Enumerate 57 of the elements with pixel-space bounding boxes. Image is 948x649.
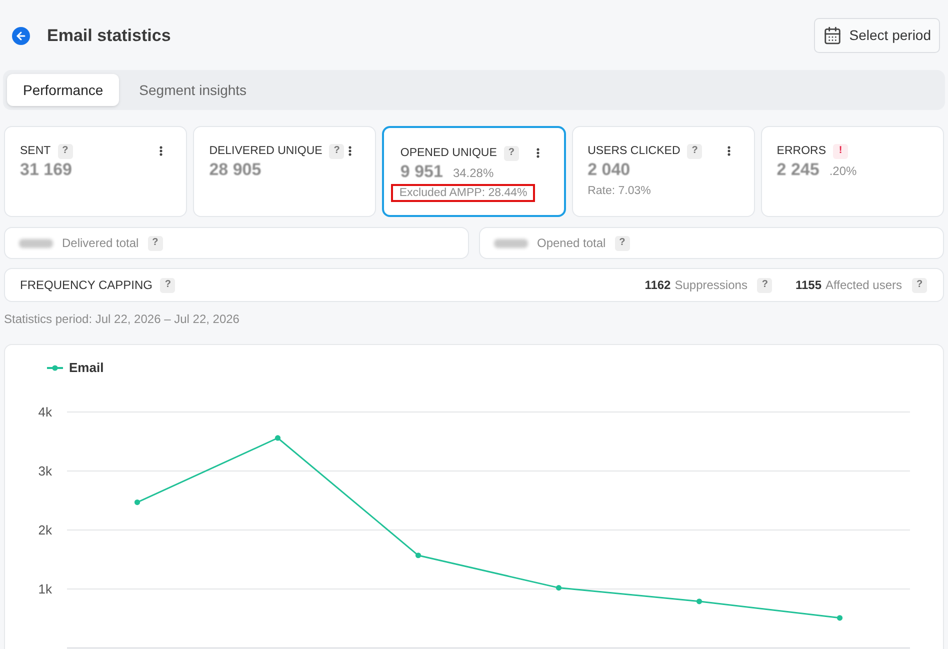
y-axis-label: 3k — [38, 464, 52, 478]
metric-card[interactable]: OPENED UNIQUE ? 9 951 34.28% Excluded AMPP: 28.44% — [382, 126, 566, 217]
highlighted-note: Excluded AMPP: 28.44% — [391, 184, 536, 202]
y-axis-label: 2k — [38, 522, 52, 538]
tab[interactable]: Segment insights — [119, 74, 267, 106]
metric-value: 28 905 — [209, 159, 262, 180]
metric-percent: .20% — [829, 163, 857, 179]
help-badge[interactable]: ? — [687, 144, 702, 158]
legend-line-icon — [47, 365, 63, 371]
stat-value: 1162 — [644, 277, 671, 294]
data-point — [836, 615, 843, 621]
data-point — [696, 598, 702, 604]
statistics-period: Statistics period: Jul 22, 2026 – Jul 22, 2026 — [4, 311, 240, 327]
metric-card[interactable]: USERS CLICKED ? 2 040 Rate: 7.03% — [572, 126, 755, 217]
back-icon[interactable] — [12, 26, 30, 44]
total-label: Opened total — [537, 235, 606, 252]
metric-card[interactable]: DELIVERED UNIQUE ? 28 905 — [193, 126, 376, 217]
metric-card[interactable]: ERRORS ! 2 245 .20% — [760, 126, 944, 217]
metric-label: DELIVERED UNIQUE — [209, 144, 322, 159]
metric-percent: 34.28% — [452, 165, 494, 181]
page-title: Email statistics — [47, 24, 171, 47]
frequency-capping-title: FREQUENCY CAPPING — [20, 277, 152, 294]
legend-label[interactable]: Email — [69, 358, 104, 378]
data-point — [415, 552, 422, 558]
data-point — [274, 435, 281, 441]
data-point — [134, 499, 140, 506]
help-badge[interactable]: ? — [160, 278, 176, 292]
help-badge[interactable]: ? — [504, 146, 519, 160]
metric-card[interactable]: SENT ? 31 169 — [4, 126, 188, 217]
help-badge[interactable]: ? — [912, 278, 927, 292]
metric-note: Rate: 7.03% — [586, 184, 652, 199]
metric-value: 31 169 — [20, 159, 72, 180]
help-badge[interactable]: ? — [58, 144, 73, 158]
metric-value: 9 951 — [400, 161, 443, 182]
help-badge[interactable]: ? — [329, 144, 344, 158]
metric-label: USERS CLICKED — [588, 144, 680, 159]
metric-value: 2 040 — [588, 159, 630, 180]
data-point — [556, 585, 562, 591]
y-axis-label: 4k — [38, 404, 52, 420]
redacted-value — [19, 238, 53, 248]
metric-label: SENT — [20, 144, 51, 159]
stat-label: Affected users — [826, 277, 902, 294]
help-badge[interactable]: ? — [757, 278, 772, 292]
redacted-value — [494, 238, 528, 248]
stat-label: Suppressions — [674, 277, 748, 294]
calendar-icon — [823, 26, 842, 45]
metric-label: ERRORS — [776, 144, 826, 159]
total-label: Delivered total — [62, 235, 139, 252]
tab[interactable]: Performance — [7, 74, 120, 106]
error-badge[interactable]: ! — [833, 144, 848, 158]
y-axis-label: 1k — [38, 582, 52, 596]
metric-label: OPENED UNIQUE — [400, 146, 497, 161]
help-badge[interactable]: ? — [148, 236, 163, 250]
stat-value: 1155 — [795, 277, 822, 294]
select-period-button[interactable]: Select period — [814, 18, 940, 53]
help-badge[interactable]: ? — [614, 236, 630, 250]
metric-value: 2 245 — [776, 159, 820, 180]
